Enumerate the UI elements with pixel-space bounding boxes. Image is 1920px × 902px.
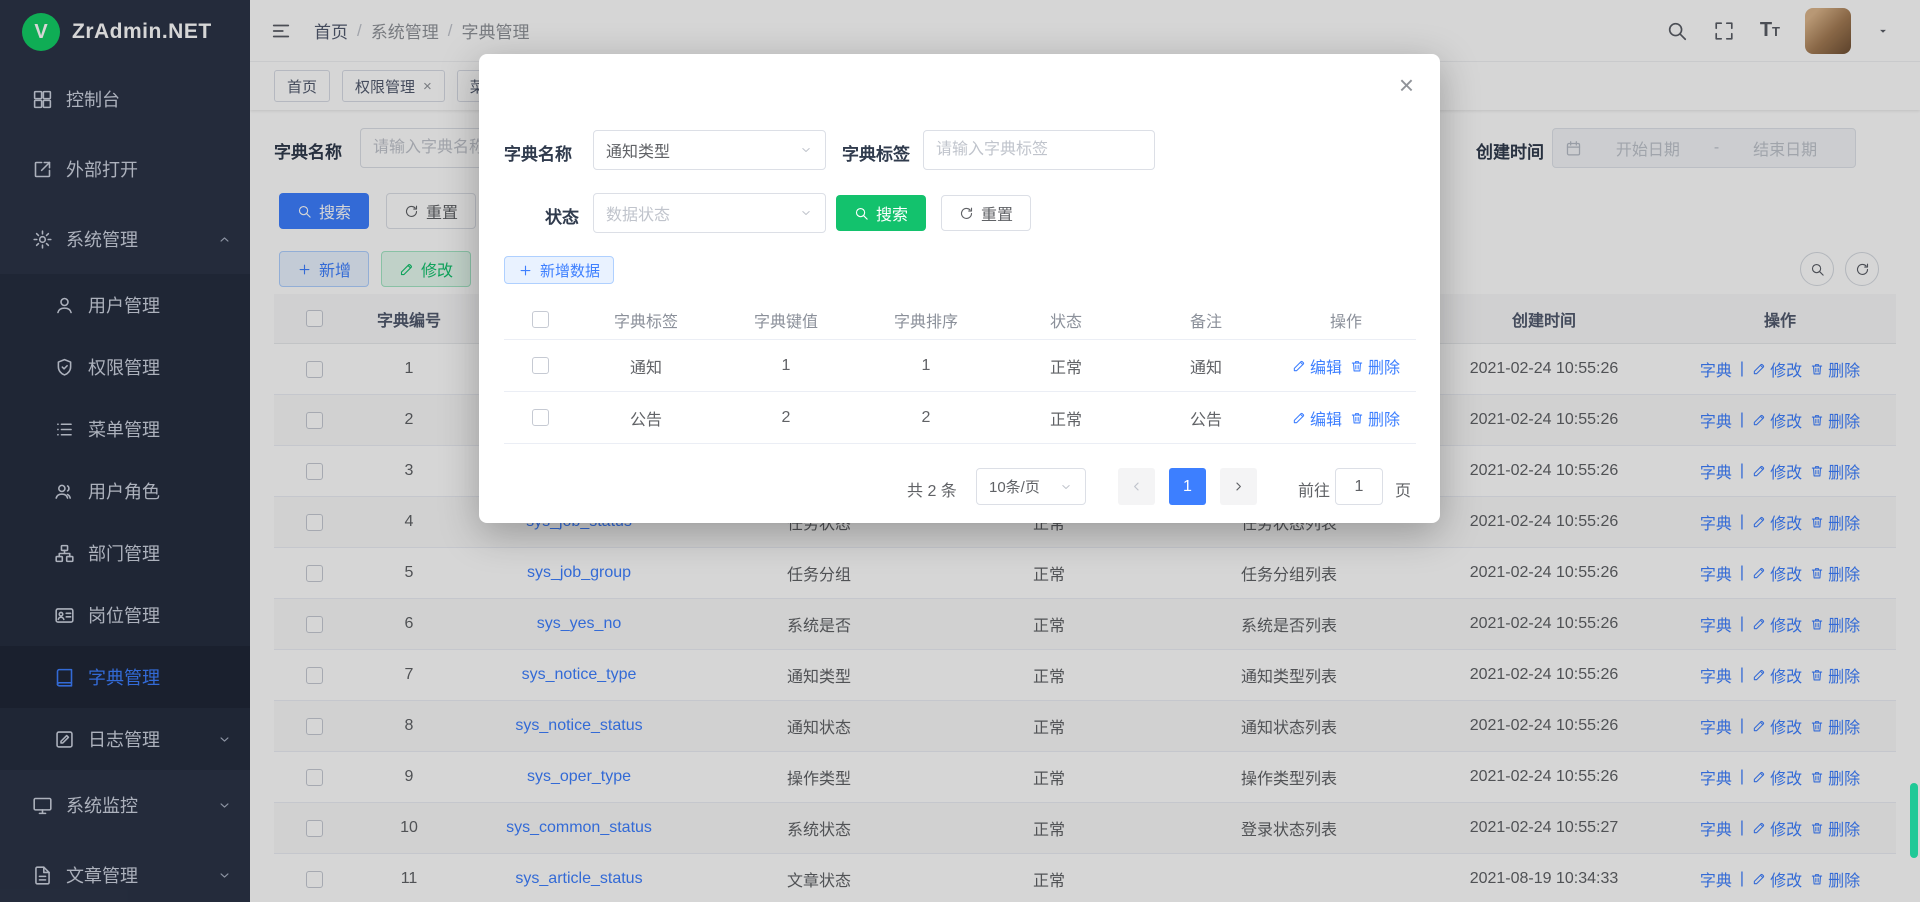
dialog-search-label: 搜索 (876, 201, 908, 225)
chevron-down-icon (1059, 480, 1073, 494)
dialog-table-header: 字典标签 字典键值 字典排序 状态 备注 操作 (504, 300, 1416, 340)
chevron-down-icon (799, 143, 813, 157)
dialog-dict-tag-label: 字典标签 (842, 140, 910, 165)
ops-cell: 编辑 删除 (1276, 392, 1416, 443)
add-data-button[interactable]: 新增数据 (504, 256, 614, 284)
checkbox-cell (504, 392, 576, 443)
dialog-reset-button[interactable]: 重置 (941, 195, 1031, 231)
dialog-table-body: 通知11正常通知编辑删除公告22正常公告编辑删除 (504, 340, 1416, 444)
column-header-dict-sort: 字典排序 (856, 300, 996, 339)
dict-value-cell: 1 (716, 340, 856, 391)
row-actions: 编辑 删除 (1292, 354, 1400, 378)
page-unit-label: 页 (1395, 477, 1411, 501)
dict-sort-cell: 2 (856, 392, 996, 443)
select-all-checkbox[interactable] (532, 311, 549, 328)
dict-data-dialog: × 字典名称 通知类型 字典标签 状态 数据状态 搜索 重置 新增数据 (479, 54, 1440, 523)
page-size-select[interactable]: 10条/页 (976, 468, 1086, 505)
ops-cell: 编辑 删除 (1276, 340, 1416, 391)
status-select-placeholder: 数据状态 (606, 201, 670, 225)
add-data-label: 新增数据 (540, 260, 600, 281)
column-header-remark: 备注 (1136, 300, 1276, 339)
row-delete-link[interactable]: 删除 (1350, 354, 1400, 378)
goto-label: 前往 (1298, 477, 1330, 501)
chevron-down-icon (799, 206, 813, 220)
dialog-table-row: 通知11正常通知编辑删除 (504, 340, 1416, 392)
row-edit-link[interactable]: 编辑 (1292, 354, 1342, 378)
chevron-right-icon (1231, 479, 1246, 494)
refresh-icon (959, 206, 974, 221)
page-number-button[interactable]: 1 (1169, 468, 1206, 505)
pagination-total: 共 2 条 (907, 477, 957, 501)
trash-icon (1350, 411, 1364, 425)
checkbox-cell (504, 340, 576, 391)
dict-value-cell: 2 (716, 392, 856, 443)
dict-label-cell: 通知 (576, 340, 716, 391)
remark-cell: 公告 (1136, 392, 1276, 443)
scrollbar-thumb[interactable] (1910, 783, 1918, 858)
dialog-table: 字典标签 字典键值 字典排序 状态 备注 操作 通知11正常通知编辑删除公告22… (504, 300, 1416, 444)
row-edit-link[interactable]: 编辑 (1292, 406, 1342, 430)
row-edit-label: 编辑 (1310, 406, 1342, 430)
dialog-status-label: 状态 (545, 203, 579, 228)
row-delete-label: 删除 (1368, 406, 1400, 430)
goto-page-input[interactable] (1335, 468, 1383, 505)
status-cell: 正常 (996, 340, 1136, 391)
row-edit-label: 编辑 (1310, 354, 1342, 378)
next-page-button[interactable] (1220, 468, 1257, 505)
pencil-icon (1292, 411, 1306, 425)
row-checkbox[interactable] (532, 357, 549, 374)
page-size-value: 10条/页 (989, 476, 1040, 497)
remark-cell: 通知 (1136, 340, 1276, 391)
dict-label-cell: 公告 (576, 392, 716, 443)
dict-name-select-value: 通知类型 (606, 138, 670, 162)
column-header-ops: 操作 (1276, 300, 1416, 339)
status-select[interactable]: 数据状态 (593, 193, 826, 233)
column-header-dict-label: 字典标签 (576, 300, 716, 339)
dict-tag-input[interactable] (923, 130, 1155, 170)
dialog-table-row: 公告22正常公告编辑删除 (504, 392, 1416, 444)
dict-sort-cell: 1 (856, 340, 996, 391)
row-delete-link[interactable]: 删除 (1350, 406, 1400, 430)
app-root: V ZrAdmin.NET 控制台外部打开系统管理用户管理权限管理菜单管理用户角… (0, 0, 1920, 902)
dialog-dict-name-label: 字典名称 (504, 140, 572, 165)
column-header-dict-value: 字典键值 (716, 300, 856, 339)
row-delete-label: 删除 (1368, 354, 1400, 378)
column-header-status: 状态 (996, 300, 1136, 339)
row-checkbox[interactable] (532, 409, 549, 426)
row-actions: 编辑 删除 (1292, 406, 1400, 430)
chevron-left-icon (1129, 479, 1144, 494)
pencil-icon (1292, 359, 1306, 373)
prev-page-button[interactable] (1118, 468, 1155, 505)
status-cell: 正常 (996, 392, 1136, 443)
search-icon (854, 206, 869, 221)
close-icon[interactable]: × (1399, 72, 1414, 98)
plus-icon (518, 263, 533, 278)
dialog-reset-label: 重置 (981, 201, 1013, 225)
dict-name-select[interactable]: 通知类型 (593, 130, 826, 170)
trash-icon (1350, 359, 1364, 373)
dialog-search-button[interactable]: 搜索 (836, 195, 926, 231)
